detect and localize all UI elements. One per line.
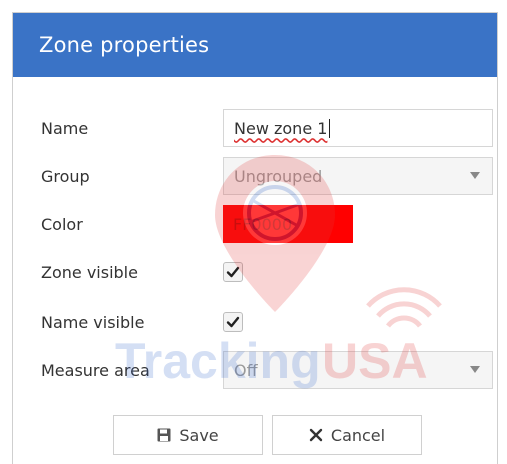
chevron-down-icon (470, 366, 480, 373)
name-label: Name (41, 119, 89, 138)
cancel-button-label: Cancel (330, 425, 386, 445)
color-label: Color (41, 215, 83, 234)
close-icon (309, 428, 323, 442)
name-visible-label: Name visible (41, 313, 145, 332)
zone-visible-checkbox[interactable] (223, 262, 243, 282)
measure-area-label: Measure area (41, 361, 150, 380)
dialog-header: Zone properties (13, 13, 497, 77)
name-visible-checkbox[interactable] (223, 312, 243, 332)
name-visible-row: Name visible (13, 303, 497, 343)
save-button-label: Save (179, 425, 219, 445)
color-picker[interactable]: FF0000 (223, 205, 353, 243)
floppy-disk-icon (157, 428, 171, 442)
measure-area-select-value: Off (234, 360, 258, 380)
chevron-down-icon (470, 172, 480, 179)
group-label: Group (41, 167, 90, 186)
group-row: Group Ungrouped (13, 157, 497, 197)
dialog-title: Zone properties (39, 33, 210, 57)
zone-visible-row: Zone visible (13, 253, 497, 293)
cancel-button[interactable]: Cancel (272, 415, 422, 455)
measure-area-select[interactable]: Off (223, 351, 493, 389)
name-row: Name New zone 1 (13, 109, 497, 149)
name-input[interactable]: New zone 1 (223, 109, 493, 147)
checkmark-icon (226, 316, 240, 328)
measure-area-row: Measure area Off (13, 351, 497, 391)
color-hex-value: FF0000 (233, 214, 293, 234)
group-select-value: Ungrouped (234, 166, 323, 186)
save-button[interactable]: Save (113, 415, 263, 455)
zone-visible-label: Zone visible (41, 263, 138, 282)
checkmark-icon (226, 266, 240, 278)
zone-properties-dialog: Zone properties Name New zone 1 Group Un… (12, 12, 498, 464)
name-input-value: New zone 1 (234, 118, 328, 138)
color-row: Color FF0000 (13, 205, 497, 245)
group-select[interactable]: Ungrouped (223, 157, 493, 195)
text-cursor (329, 118, 331, 138)
